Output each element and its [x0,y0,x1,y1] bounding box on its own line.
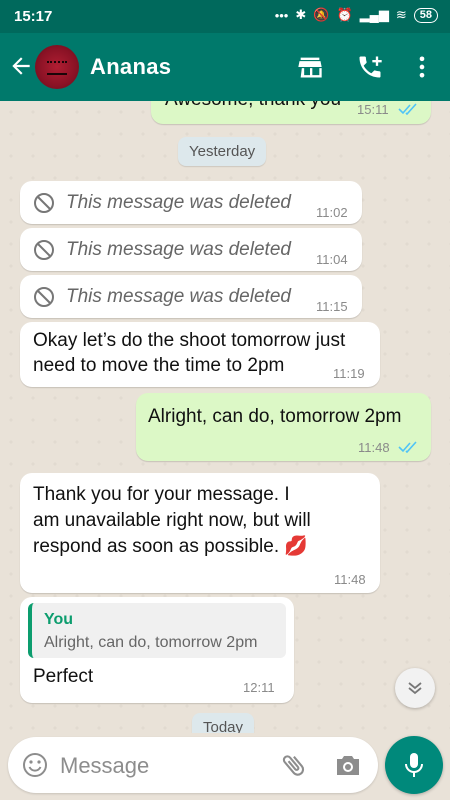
scroll-to-bottom-button[interactable] [395,668,435,708]
message-bubble-incoming[interactable]: This message was deleted 11:15 [20,275,362,318]
bluetooth-icon: ✱ [295,7,307,22]
avatar[interactable] [35,45,79,89]
back-arrow-icon[interactable] [8,53,34,79]
message-text: Awesome, thank you [165,101,341,113]
message-bubble-incoming[interactable]: Okay let’s do the shoot tomorrow just ne… [20,322,380,387]
message-time: 11:19 [333,366,365,381]
wifi-icon: ≋ [395,7,407,22]
message-text-line: Okay let’s do the shoot tomorrow just [33,330,346,351]
alarm-icon: ⏰ [336,7,353,22]
message-list[interactable]: Awesome, thank you 15:11 Yesterday This … [0,101,450,733]
message-time: 11:02 [316,205,348,220]
quoted-reply-author: You [44,611,74,628]
message-time: 11:48 [334,572,366,587]
deleted-icon [34,193,54,213]
message-input[interactable]: Message [60,753,149,779]
message-text-line: respond as soon as possible. 💋 [33,536,309,557]
camera-icon[interactable] [334,752,362,778]
contact-name[interactable]: Ananas [90,54,171,80]
message-time: 12:11 [243,680,275,695]
double-check-icon [398,103,417,115]
attach-icon[interactable] [280,751,308,779]
message-time: 11:15 [316,299,348,314]
message-text: Alright, can do, tomorrow 2pm [148,406,402,427]
message-bubble-outgoing[interactable]: Alright, can do, tomorrow 2pm 11:48 [136,393,431,461]
deleted-icon [34,240,54,260]
message-text-line: am unavailable right now, but will [33,510,311,531]
message-text: Perfect [33,666,94,687]
quoted-reply-text: Alright, can do, tomorrow 2pm [44,634,258,651]
mute-icon: 🔕 [313,7,330,22]
message-text-line: need to move the time to 2pm [33,355,285,376]
message-bubble-incoming[interactable]: You Alright, can do, tomorrow 2pm Perfec… [20,597,294,703]
emoji-icon[interactable] [22,752,48,778]
message-time: 11:48 [358,440,390,455]
message-bubble-incoming[interactable]: This message was deleted 11:04 [20,228,362,271]
status-bar: 15:17 ••• ✱ 🔕 ⏰ ▂▄▆ ≋ 58 [0,0,450,33]
message-time: 15:11 [357,102,389,117]
message-bubble-incoming[interactable]: Thank you for your message. I am unavail… [20,473,380,593]
deleted-message-text: This message was deleted [66,239,291,260]
message-bubble-outgoing[interactable]: Awesome, thank you 15:11 [151,101,431,124]
mic-icon [405,753,423,777]
chevron-down-icon [408,682,422,695]
notification-dots-icon: ••• [274,7,289,23]
voice-record-button[interactable] [385,736,443,794]
battery-icon: 58 [413,7,438,23]
date-divider-yesterday: Yesterday [178,137,267,166]
quoted-reply[interactable]: You Alright, can do, tomorrow 2pm [28,603,286,658]
deleted-message-text: This message was deleted [66,286,291,307]
status-time: 15:17 [14,8,53,25]
double-check-icon [398,441,417,453]
message-time: 11:04 [316,252,348,267]
message-bubble-incoming[interactable]: This message was deleted 11:02 [20,181,362,224]
chat-header: Ananas [0,33,450,101]
add-call-icon[interactable] [356,53,384,81]
message-text-line: Thank you for your message. I [33,484,290,505]
more-vert-icon[interactable] [408,53,436,81]
status-icons: ••• ✱ 🔕 ⏰ ▂▄▆ ≋ 58 [275,7,438,23]
signal-icon: ▂▄▆ [359,7,389,22]
shop-icon[interactable] [296,53,324,81]
deleted-icon [34,287,54,307]
date-divider-today: Today [192,713,255,733]
deleted-message-text: This message was deleted [66,192,291,213]
message-composer[interactable]: Message [8,737,378,793]
